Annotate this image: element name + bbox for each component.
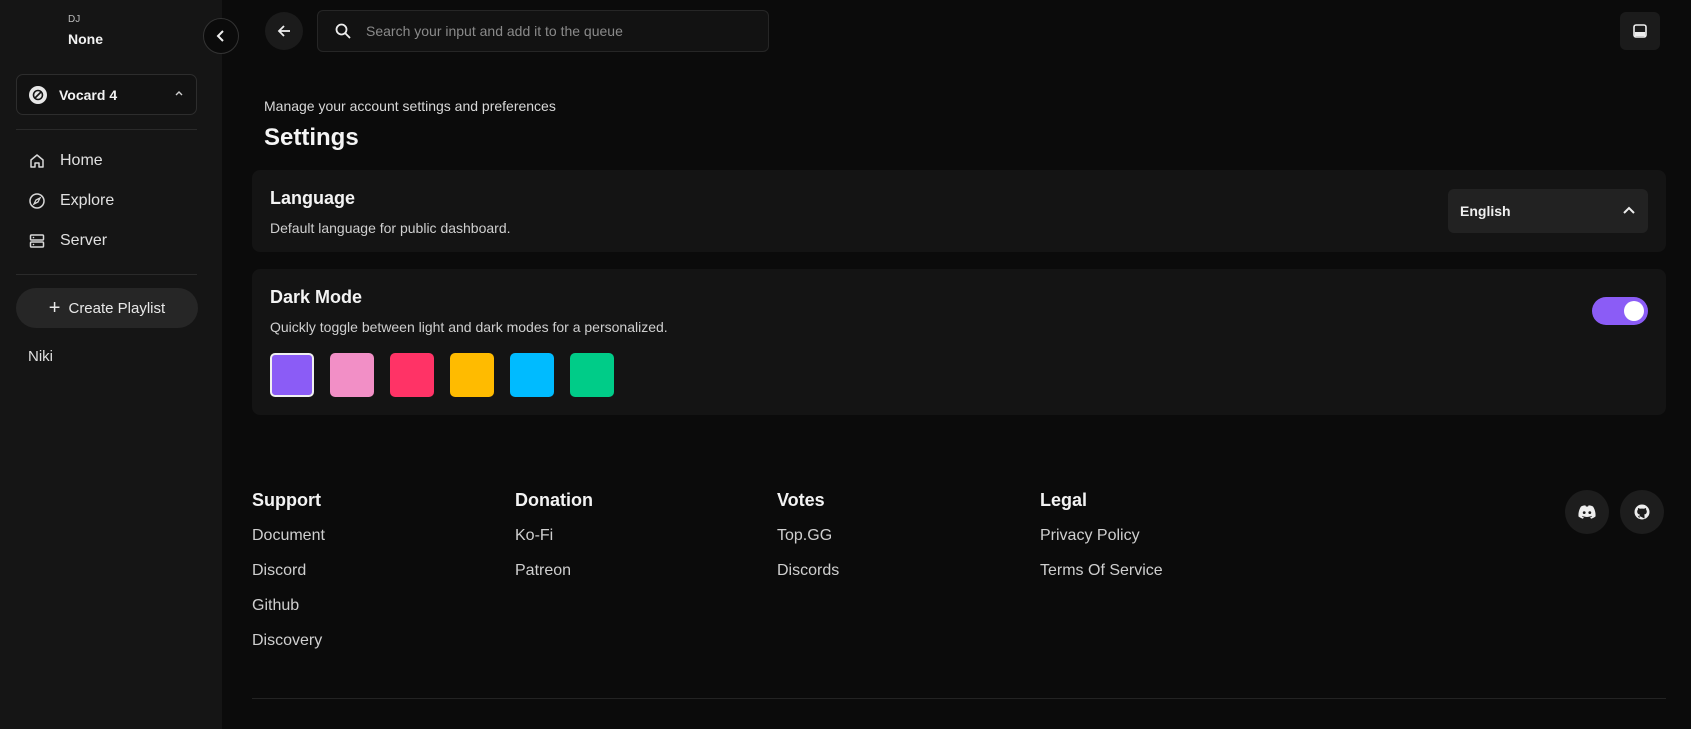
footer-divider — [252, 698, 1666, 699]
server-logo-icon — [29, 85, 47, 104]
server-icon — [29, 234, 45, 248]
accent-color-swatch[interactable] — [330, 353, 374, 397]
dj-label: DJ — [68, 14, 81, 25]
dark-mode-description: Quickly toggle between light and dark mo… — [270, 319, 668, 335]
inbox-icon — [1633, 24, 1647, 38]
language-description: Default language for public dashboard. — [270, 220, 511, 236]
sidebar-item-label: Explore — [60, 192, 115, 209]
footer-link-discovery[interactable]: Discovery — [252, 630, 325, 665]
accent-color-swatch[interactable] — [270, 353, 314, 397]
github-icon — [1634, 504, 1650, 520]
sidebar: DJ None Vocard 4 Home Explore Server + C… — [0, 0, 222, 729]
chevron-left-icon — [216, 30, 224, 42]
accent-color-swatch[interactable] — [450, 353, 494, 397]
footer-link-topgg[interactable]: Top.GG — [777, 525, 839, 560]
create-playlist-button[interactable]: + Create Playlist — [16, 288, 198, 328]
language-card: Language Default language for public das… — [252, 170, 1666, 252]
search-input[interactable] — [366, 23, 746, 39]
footer-column-legal: Legal Privacy Policy Terms Of Service — [1040, 490, 1163, 595]
footer-column-votes: Votes Top.GG Discords — [777, 490, 839, 595]
dark-mode-card: Dark Mode Quickly toggle between light a… — [252, 269, 1666, 415]
plus-icon: + — [48, 296, 61, 319]
language-title: Language — [270, 188, 356, 208]
footer-heading: Legal — [1040, 490, 1088, 510]
accent-color-swatches — [270, 353, 630, 397]
sidebar-item-explore[interactable]: Explore — [28, 192, 114, 210]
sidebar-item-server[interactable]: Server — [28, 232, 107, 250]
discord-button[interactable] — [1565, 490, 1609, 534]
footer-column-donation: Donation Ko-Fi Patreon — [515, 490, 593, 595]
collapse-sidebar-button[interactable] — [203, 18, 239, 54]
github-button[interactable] — [1620, 490, 1664, 534]
toggle-knob — [1624, 301, 1644, 321]
discord-icon — [1578, 505, 1596, 519]
back-button[interactable] — [265, 12, 303, 50]
playlist-item[interactable]: Niki — [28, 348, 53, 365]
search-icon — [335, 23, 351, 39]
page-subtitle: Manage your account settings and prefere… — [264, 98, 556, 114]
footer-heading: Support — [252, 490, 321, 510]
arrow-left-icon — [277, 25, 290, 37]
server-name: Vocard 4 — [59, 86, 118, 103]
footer-column-support: Support Document Discord Github Discover… — [252, 490, 325, 665]
footer-heading: Votes — [777, 490, 825, 510]
footer-link-privacy-policy[interactable]: Privacy Policy — [1040, 525, 1163, 560]
language-selected-value: English — [1460, 203, 1511, 219]
footer-link-github[interactable]: Github — [252, 595, 325, 630]
sidebar-item-label: Server — [60, 232, 108, 249]
accent-color-swatch[interactable] — [510, 353, 554, 397]
dark-mode-title: Dark Mode — [270, 287, 363, 307]
footer-link-discords[interactable]: Discords — [777, 560, 839, 595]
sidebar-divider — [16, 129, 197, 130]
dark-mode-toggle[interactable] — [1592, 297, 1648, 325]
sidebar-divider — [16, 274, 197, 275]
footer-heading: Donation — [515, 490, 593, 510]
dj-value: None — [68, 31, 103, 47]
page-title: Settings — [264, 124, 359, 151]
sidebar-item-home[interactable]: Home — [28, 152, 103, 170]
create-playlist-label: Create Playlist — [68, 299, 166, 317]
compass-icon — [29, 193, 45, 209]
accent-color-swatch[interactable] — [390, 353, 434, 397]
footer-link-patreon[interactable]: Patreon — [515, 560, 593, 595]
dj-info: DJ None — [68, 14, 103, 47]
language-select[interactable]: English — [1448, 189, 1648, 233]
accent-color-swatch[interactable] — [570, 353, 614, 397]
footer-link-discord[interactable]: Discord — [252, 560, 325, 595]
footer-link-document[interactable]: Document — [252, 525, 325, 560]
chevron-up-icon — [174, 88, 184, 101]
footer-link-kofi[interactable]: Ko-Fi — [515, 525, 593, 560]
sidebar-item-label: Home — [60, 152, 103, 169]
footer-link-terms-of-service[interactable]: Terms Of Service — [1040, 560, 1163, 595]
home-icon — [30, 154, 44, 168]
server-selector[interactable]: Vocard 4 — [16, 74, 197, 115]
inbox-button[interactable] — [1620, 12, 1660, 50]
search-bar — [317, 10, 769, 52]
chevron-up-icon — [1623, 206, 1635, 214]
